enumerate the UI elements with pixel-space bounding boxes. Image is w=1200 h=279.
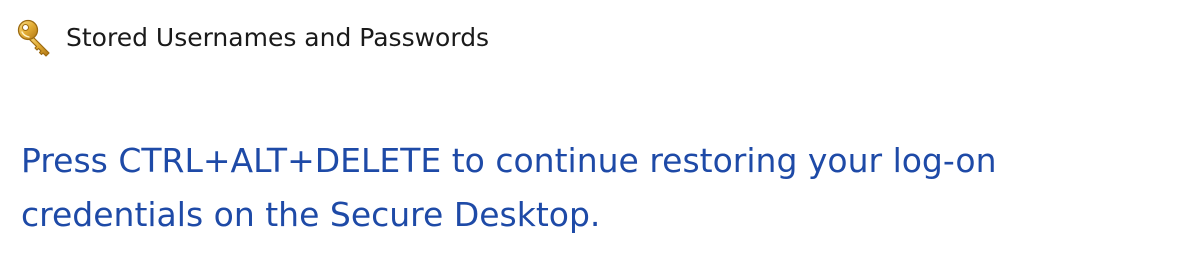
instruction-text: Press CTRL+ALT+DELETE to continue restor… [21,141,997,234]
key-icon [16,18,56,58]
window-title-bar: Stored Usernames and Passwords [16,18,489,58]
window-title: Stored Usernames and Passwords [66,23,490,52]
